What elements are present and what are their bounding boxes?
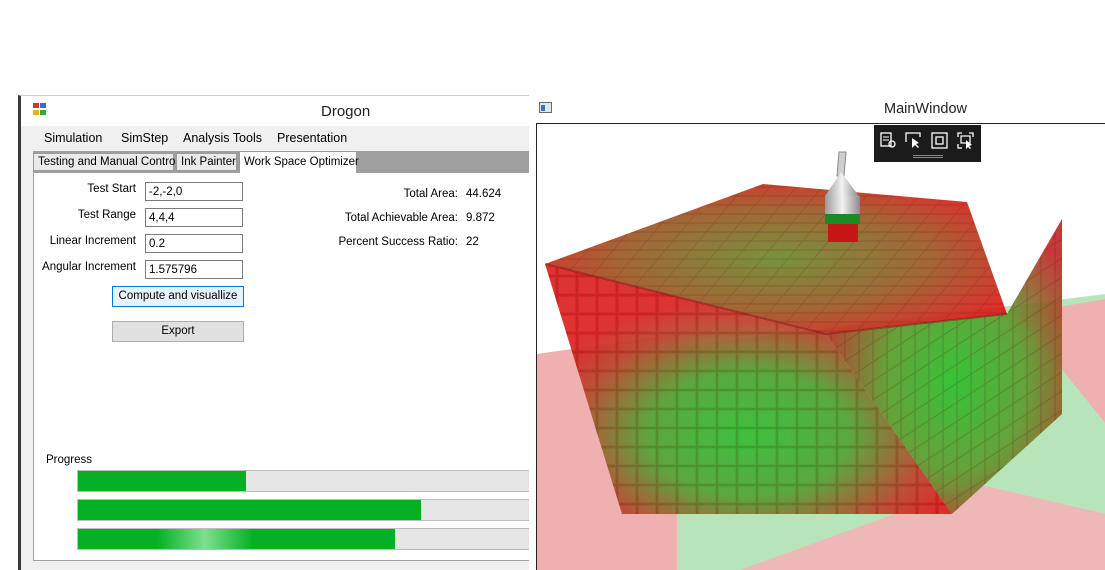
progress-fill-3	[78, 529, 395, 549]
tab-strip: Testing and Manual Control Ink Painter W…	[33, 151, 532, 173]
window-title: Drogon	[321, 103, 371, 120]
test-range-label: Test Range	[77, 209, 136, 221]
linear-increment-input[interactable]	[145, 234, 243, 253]
drogon-window: Drogon Simulation SimStep Analysis Tools…	[18, 95, 533, 570]
tab-ink-painter[interactable]: Ink Painter	[176, 153, 237, 171]
progress-label: Progress	[46, 454, 93, 466]
export-button[interactable]: Export	[112, 321, 244, 342]
total-area-value: 44.624	[466, 188, 502, 200]
wpf-debug-toolbar	[874, 125, 981, 162]
angular-increment-input[interactable]	[145, 260, 243, 279]
select-element-icon[interactable]	[879, 131, 898, 150]
percent-success-ratio-value: 22	[466, 236, 479, 248]
menu-presentation[interactable]: Presentation	[277, 131, 347, 145]
total-achievable-area-value: 9.872	[466, 212, 495, 224]
menu-simstep[interactable]: SimStep	[121, 131, 168, 145]
progress-bar-1	[77, 470, 533, 492]
layout-adorner-icon[interactable]	[930, 131, 949, 150]
test-start-label: Test Start	[87, 183, 136, 195]
progress-bar-2	[77, 499, 533, 521]
tool-shaft	[836, 151, 847, 177]
total-area-label: Total Area:	[403, 188, 458, 200]
menu-analysis-tools[interactable]: Analysis Tools	[183, 131, 262, 145]
main-window-title: MainWindow	[884, 101, 967, 117]
menu-simulation[interactable]: Simulation	[44, 131, 102, 145]
tool-cone	[825, 172, 859, 196]
title-bar[interactable]: Drogon	[21, 96, 529, 126]
workspace-scene	[537, 151, 1105, 570]
test-start-input[interactable]	[145, 182, 243, 201]
angular-increment-label: Angular Increment	[42, 261, 136, 273]
tool-green-band	[825, 214, 860, 224]
progress-bar-3	[77, 528, 533, 550]
work-space-optimizer-panel: Test Start Test Range Linear Increment A…	[33, 173, 533, 561]
tool-red-base	[828, 224, 858, 242]
hover-select-icon[interactable]	[904, 131, 923, 150]
percent-success-ratio-label: Percent Success Ratio:	[338, 236, 458, 248]
app-icon	[33, 103, 47, 116]
progress-fill-1	[78, 471, 246, 491]
3d-viewport[interactable]	[536, 123, 1105, 570]
toolbar-grip[interactable]	[913, 155, 943, 158]
tool-body	[825, 196, 860, 216]
tab-work-space-optimizer[interactable]: Work Space Optimizer	[239, 151, 359, 173]
progress-fill-2	[78, 500, 421, 520]
total-achievable-area-label: Total Achievable Area:	[344, 212, 458, 224]
compute-visualize-button[interactable]: Compute and visuallize	[112, 286, 244, 307]
track-focus-icon[interactable]	[956, 131, 975, 150]
test-range-input[interactable]	[145, 208, 243, 227]
tab-testing-manual-control[interactable]: Testing and Manual Control	[33, 153, 178, 171]
menu-bar: Simulation SimStep Analysis Tools Presen…	[21, 127, 529, 149]
main-window: MainWindow	[529, 95, 1105, 570]
window-icon	[539, 102, 552, 113]
linear-increment-label: Linear Increment	[49, 235, 136, 247]
